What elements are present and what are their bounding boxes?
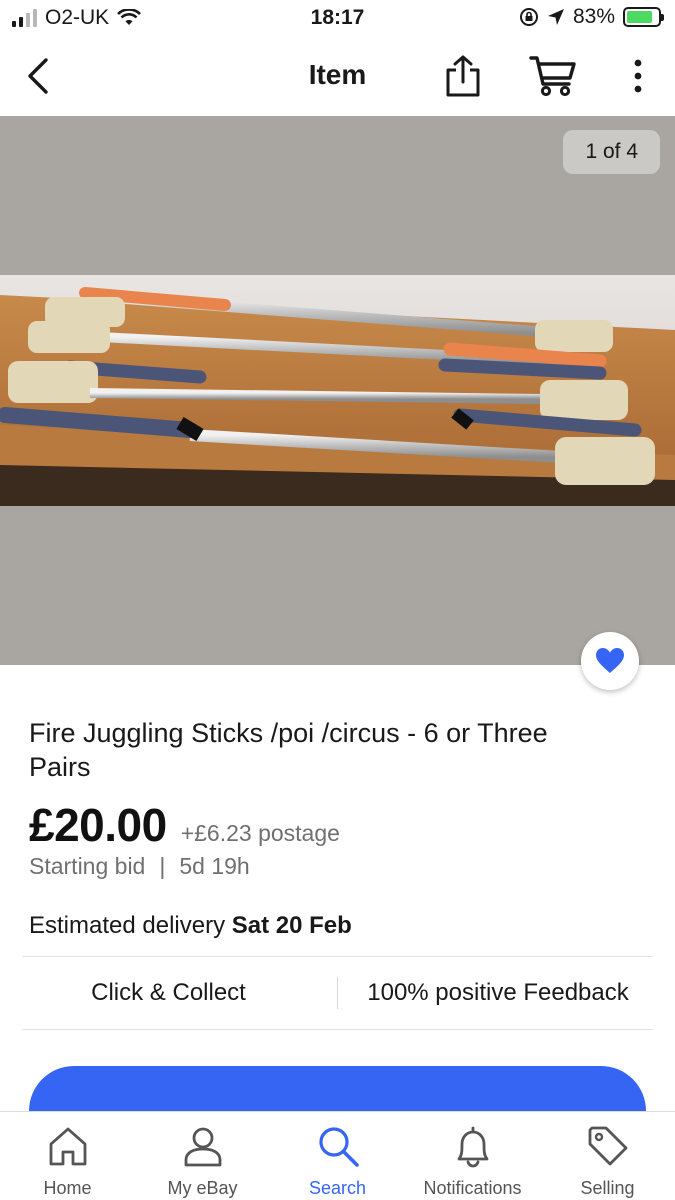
battery-fill (627, 11, 652, 23)
tab-label: Home (43, 1178, 92, 1198)
share-icon[interactable] (443, 54, 483, 98)
price: £20.00 (29, 799, 167, 851)
location-icon (547, 9, 564, 25)
bid-type: Starting bid (29, 853, 146, 879)
battery-percent: 83% (572, 5, 615, 28)
price-row: £20.00 +£6.23 postage (29, 798, 340, 852)
tab-notifications[interactable]: Notifications (405, 1112, 540, 1200)
bell-icon (457, 1126, 489, 1168)
tab-label: Notifications (423, 1178, 522, 1198)
status-right: 83% (519, 5, 664, 29)
seller-feedback-feature[interactable]: 100% positive Feedback (338, 979, 658, 1007)
tab-selling[interactable]: Selling (540, 1112, 675, 1200)
product-photo (0, 275, 675, 506)
status-bar: O2-UK 18:17 83% (0, 0, 675, 40)
watch-button[interactable] (581, 632, 639, 690)
bottom-tab-bar: Home My eBay Search Notifications Sellin… (0, 1111, 675, 1200)
feature-row: Click & Collect 100% positive Feedback (0, 957, 675, 1029)
tab-label: Search (308, 1178, 367, 1198)
battery-charging-icon (623, 7, 664, 27)
image-gallery[interactable]: 1 of 4 (0, 116, 675, 665)
tab-label: My eBay (167, 1178, 238, 1198)
search-icon (319, 1127, 359, 1167)
postage-cost: +£6.23 postage (180, 820, 340, 846)
listing-title: Fire Juggling Sticks /poi /circus - 6 or… (29, 718, 548, 782)
home-icon (49, 1127, 87, 1166)
click-collect-feature: Click & Collect (91, 979, 246, 1006)
delivery-date: Sat 20 Feb (231, 912, 352, 939)
tab-label: Selling (580, 1178, 635, 1198)
divider (22, 1029, 653, 1030)
tag-icon (588, 1126, 628, 1166)
cart-icon[interactable] (528, 54, 578, 98)
rotation-lock-icon (519, 8, 538, 26)
tab-search[interactable]: Search (270, 1112, 405, 1200)
tab-my-ebay[interactable]: My eBay (135, 1112, 270, 1200)
more-vertical-icon[interactable] (626, 56, 650, 96)
bid-info: Starting bid | 5d 19h (29, 853, 250, 880)
tab-home[interactable]: Home (0, 1112, 135, 1200)
image-counter: 1 of 4 (563, 130, 660, 174)
bid-separator: | (159, 853, 166, 879)
estimated-delivery: Estimated delivery Sat 20 Feb (29, 912, 352, 940)
time-left: 5d 19h (179, 853, 250, 879)
nav-header: Item (0, 40, 675, 116)
heart-icon (596, 648, 624, 673)
delivery-label: Estimated delivery (29, 912, 226, 939)
person-icon (184, 1127, 222, 1167)
